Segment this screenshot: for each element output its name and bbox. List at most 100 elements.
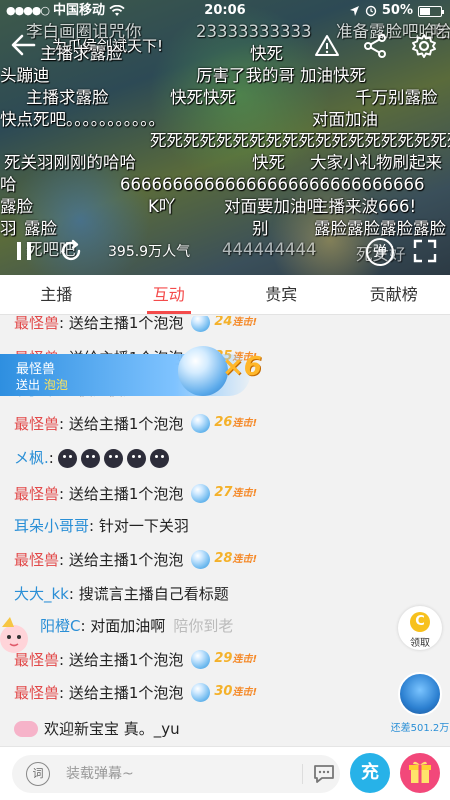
danmaku-item: 羽 bbox=[0, 219, 17, 238]
combo-count: 28连击! bbox=[214, 551, 258, 566]
danmaku-item: 444444444 bbox=[222, 240, 317, 259]
chat-username[interactable]: 最怪兽 bbox=[14, 414, 59, 434]
danmaku-item: 主播来波666! bbox=[312, 197, 417, 216]
chat-message: 最怪兽 : 送给主播1个泡泡 28连击! bbox=[14, 550, 258, 570]
danmaku-item: 露脸 bbox=[24, 219, 57, 238]
chat-message: 最怪兽 : 送给主播1个泡泡 26连击! bbox=[14, 414, 258, 434]
emoji-icon bbox=[126, 448, 146, 468]
input-divider bbox=[302, 764, 303, 784]
gift-action: 送出 泡泡 bbox=[16, 378, 68, 392]
share-icon[interactable] bbox=[362, 33, 388, 59]
tab-interaction[interactable]: 互动 bbox=[113, 275, 226, 314]
mascot-icon[interactable] bbox=[0, 613, 34, 663]
live-video-player[interactable]: ●●●●○ 中国移动 20:06 50% 李白画圈诅咒你 23333333333… bbox=[0, 0, 450, 275]
welcome-badge-icon bbox=[14, 721, 38, 737]
chat-username[interactable]: 最怪兽 bbox=[14, 484, 59, 504]
gift-icon bbox=[409, 761, 431, 783]
danmaku-item: 露脸 bbox=[0, 197, 33, 216]
chat-username[interactable]: 阳橙C bbox=[40, 616, 80, 636]
chat-username[interactable]: 耳朵小哥哥 bbox=[14, 516, 89, 536]
chat-message: 大大_kk : 搜谎言主播自己看标题 bbox=[14, 584, 229, 604]
chat-text: : 针对一下关羽 bbox=[89, 517, 189, 535]
bubble-gift-icon bbox=[191, 650, 211, 669]
bubble-gift-icon bbox=[191, 683, 211, 702]
tab-vip[interactable]: 贵宾 bbox=[225, 275, 338, 314]
danmaku-item: 头蹦迪 bbox=[0, 66, 50, 85]
coin-icon: C bbox=[410, 612, 430, 632]
pause-icon[interactable] bbox=[14, 240, 34, 262]
chat-username[interactable]: 最怪兽 bbox=[14, 550, 59, 570]
tab-contribution-rank[interactable]: 贡献榜 bbox=[338, 275, 450, 314]
chat-text: 欢迎新宝宝 真。_yu bbox=[44, 720, 180, 738]
bubble-gift-icon bbox=[191, 550, 211, 569]
chat-text-overlay: 陪你到老 bbox=[173, 617, 234, 635]
bottom-bar: 词 充 bbox=[0, 746, 450, 800]
chat-bubble-icon[interactable] bbox=[312, 763, 336, 785]
gear-icon[interactable] bbox=[410, 32, 438, 60]
viewer-count: 395.9万人气 bbox=[108, 244, 191, 260]
fullscreen-icon[interactable] bbox=[412, 238, 438, 264]
danmaku-item: K吖 bbox=[148, 197, 176, 216]
chat-message: 阳橙C : 对面加油啊 陪你到老 bbox=[40, 616, 233, 636]
battery-icon bbox=[418, 5, 444, 17]
alarm-icon bbox=[365, 5, 377, 17]
danmaku-toggle-button[interactable]: 弹 bbox=[366, 238, 394, 266]
bubble-gift-icon bbox=[191, 316, 211, 332]
claim-label: 领取 bbox=[410, 638, 430, 649]
danmaku-item: 快死 bbox=[252, 153, 285, 172]
chat-message: 最怪兽 : 送给主播1个泡泡 27连击! bbox=[14, 484, 258, 504]
danmaku-input-wrap: 词 bbox=[12, 755, 340, 793]
chat-text: : 对面加油啊 bbox=[80, 617, 166, 635]
danmaku-item: 66666666666666666666666666666 bbox=[120, 175, 425, 194]
rank-gap-label: 还差501.2万 bbox=[390, 723, 450, 734]
tab-anchor[interactable]: 主播 bbox=[0, 275, 113, 314]
chat-text: 送给主播1个泡泡 bbox=[68, 316, 184, 332]
chat-text: : bbox=[48, 449, 54, 467]
chat-username[interactable]: 大大_kk bbox=[14, 584, 69, 604]
danmaku-item: 死死死死死死死死死死死死死死死死死死死死 bbox=[150, 131, 450, 150]
emoji-icon bbox=[149, 448, 169, 468]
status-bar: ●●●●○ 中国移动 20:06 50% bbox=[0, 0, 450, 22]
gift-button[interactable] bbox=[400, 753, 440, 793]
danmaku-item: 加油快死 bbox=[300, 66, 366, 85]
emoji-icon bbox=[57, 448, 77, 468]
chat-message: 最怪兽 : 送给主播1个泡泡 29连击! bbox=[14, 650, 258, 669]
emoji-icon bbox=[103, 448, 123, 468]
phrase-icon[interactable]: 词 bbox=[26, 762, 50, 786]
danmaku-item: 主播求露脸 bbox=[26, 88, 109, 107]
combo-count: 27连击! bbox=[214, 485, 258, 500]
chat-message: 最怪兽 : 送给主播1个泡泡 30连击! bbox=[14, 683, 258, 703]
tab-bar: 主播 互动 贵宾 贡献榜 bbox=[0, 275, 450, 315]
combo-count: 26连击! bbox=[214, 415, 258, 430]
danmaku-input[interactable] bbox=[66, 755, 296, 793]
danmaku-item: 对面加油 bbox=[312, 110, 378, 129]
danmaku-item: 千万别露脸 bbox=[355, 88, 438, 107]
chat-username[interactable]: 最怪兽 bbox=[14, 316, 59, 333]
claim-coin-button[interactable]: C 领取 bbox=[398, 606, 442, 650]
chat-text: 送给主播1个泡泡 bbox=[68, 683, 184, 702]
chat-text: 送给主播1个泡泡 bbox=[68, 550, 184, 569]
danmaku-item: 主播求露脸 bbox=[40, 44, 123, 63]
chat-text: 送给主播1个泡泡 bbox=[68, 650, 184, 669]
bubble-gift-icon bbox=[191, 484, 211, 503]
refresh-icon[interactable] bbox=[58, 238, 84, 264]
combo-count: 30连击! bbox=[214, 684, 258, 699]
chat-message: メ枫. : bbox=[14, 448, 169, 468]
danmaku-item: 快死快死 bbox=[170, 88, 236, 107]
chat-message: 耳朵小哥哥 : 针对一下关羽 bbox=[14, 516, 189, 536]
danmaku-item: 对面要加油吧 bbox=[224, 197, 323, 216]
recharge-button[interactable]: 充 bbox=[350, 753, 390, 793]
report-icon[interactable] bbox=[314, 33, 340, 59]
battery-percent: 50% bbox=[381, 3, 413, 18]
chat-text: : 搜谎言主播自己看标题 bbox=[68, 585, 229, 603]
chat-text: 送给主播1个泡泡 bbox=[68, 414, 184, 433]
chat-message: 欢迎新宝宝 真。_yu bbox=[14, 719, 180, 739]
danmaku-item: 快死 bbox=[250, 44, 283, 63]
danmaku-item: 别 bbox=[252, 219, 269, 238]
chat-username[interactable]: 最怪兽 bbox=[14, 683, 59, 703]
rank-badge-icon[interactable] bbox=[398, 672, 442, 716]
chat-username[interactable]: メ枫. bbox=[14, 448, 49, 468]
danmaku-item: 23333333333 bbox=[196, 22, 312, 41]
back-icon[interactable] bbox=[8, 30, 38, 60]
danmaku-item: 厉害了我的哥 bbox=[196, 66, 295, 85]
